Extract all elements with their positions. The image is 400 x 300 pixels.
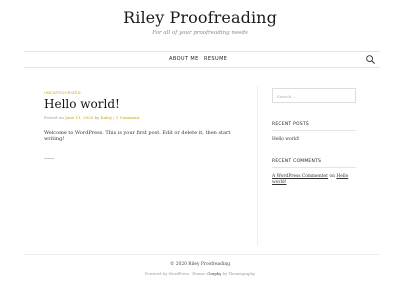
theme-author-link[interactable]: Themegraphy bbox=[228, 271, 255, 276]
comment-author-link[interactable]: A WordPress Commenter bbox=[272, 174, 328, 179]
site-tagline: For all of your proofreading needs bbox=[152, 30, 248, 36]
recent-posts-widget: RECENT POSTS Hello world! bbox=[272, 122, 356, 144]
theme-by: by bbox=[222, 271, 228, 276]
post-meta: Posted on June 11, 2020 by Kaley / 1 Com… bbox=[44, 115, 249, 120]
footer-divider bbox=[24, 254, 380, 255]
nav-top-divider bbox=[24, 51, 380, 52]
meta-by: by bbox=[94, 115, 100, 120]
comment-on-text: on bbox=[329, 173, 335, 179]
post-title[interactable]: Hello world! bbox=[44, 97, 249, 111]
theme-link[interactable]: Graphy bbox=[207, 271, 221, 276]
wordpress-link[interactable]: WordPress bbox=[169, 271, 190, 276]
post-end-divider bbox=[44, 158, 54, 159]
nav-item-resume[interactable]: RESUME bbox=[204, 56, 227, 62]
nav-bottom-divider bbox=[24, 67, 380, 68]
meta-prefix: Posted on bbox=[44, 115, 64, 120]
site-title[interactable]: Riley Proofreading bbox=[0, 8, 400, 27]
post-category[interactable]: UNCATEGORIZED bbox=[44, 90, 249, 95]
widget-divider bbox=[272, 166, 356, 168]
content-sidebar-divider bbox=[257, 86, 258, 246]
widget-divider bbox=[272, 130, 356, 131]
recent-comments-widget: RECENT COMMENTS A WordPress Commenter on… bbox=[272, 159, 356, 187]
post-excerpt: Welcome to WordPress. This is your first… bbox=[44, 130, 231, 142]
sidebar-search-input[interactable]: Search ... bbox=[272, 88, 356, 103]
recent-posts-title: RECENT POSTS bbox=[272, 122, 309, 127]
theme-prefix: . Theme: bbox=[189, 271, 207, 276]
nav-item-about-me[interactable]: ABOUT ME bbox=[169, 56, 199, 62]
post-date[interactable]: June 11, 2020 bbox=[65, 115, 93, 120]
recent-comments-title: RECENT COMMENTS bbox=[272, 158, 322, 164]
recent-comment-item: A WordPress Commenter on Hello world! bbox=[272, 174, 356, 187]
powered-prefix: Powered by bbox=[144, 271, 168, 276]
post-author[interactable]: Kaley bbox=[101, 115, 112, 120]
recent-post-link[interactable]: Hello world! bbox=[272, 137, 356, 144]
footer-credits: Powered by WordPress. Theme: Graphy by T… bbox=[0, 271, 400, 276]
search-icon[interactable] bbox=[365, 54, 376, 65]
main-navigation: ABOUT ME RESUME bbox=[0, 53, 400, 65]
post-comments-link[interactable]: 1 Comment bbox=[116, 115, 139, 120]
site-header: Riley Proofreading For all of your proof… bbox=[0, 8, 400, 36]
footer-copyright: © 2020 Riley Proofreading bbox=[169, 262, 231, 267]
post-article: UNCATEGORIZED Hello world! Posted on Jun… bbox=[44, 90, 249, 159]
meta-separator: / bbox=[113, 115, 115, 120]
sidebar: Search ... RECENT POSTS Hello world! REC… bbox=[272, 88, 356, 187]
